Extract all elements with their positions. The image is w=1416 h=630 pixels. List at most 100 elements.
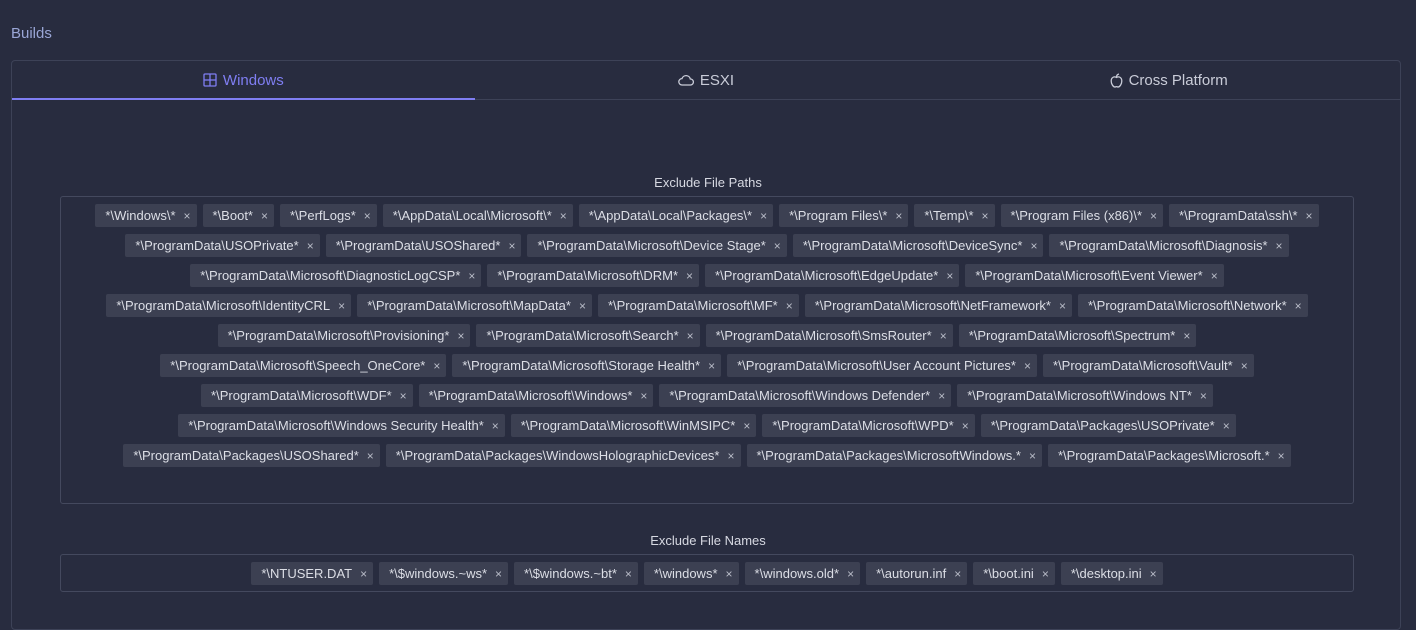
remove-tag-icon[interactable]: × <box>640 389 647 403</box>
remove-tag-icon[interactable]: × <box>468 269 475 283</box>
remove-tag-icon[interactable]: × <box>938 389 945 403</box>
tag-chip: *\$windows.~bt* × <box>514 562 638 585</box>
remove-tag-icon[interactable]: × <box>708 359 715 373</box>
remove-tag-icon[interactable]: × <box>261 209 268 223</box>
tag-label: *\ProgramData\Microsoft\Speech_OneCore* <box>170 358 426 373</box>
tag-chip: *\Program Files (x86)\* × <box>1000 204 1164 227</box>
remove-tag-icon[interactable]: × <box>1278 449 1285 463</box>
tag-label: *\windows.old* <box>754 566 840 581</box>
remove-tag-icon[interactable]: × <box>687 329 694 343</box>
remove-tag-icon[interactable]: × <box>954 567 961 581</box>
tag-label: *\ProgramData\Microsoft\Event Viewer* <box>975 268 1203 283</box>
remove-tag-icon[interactable]: × <box>433 359 440 373</box>
remove-tag-icon[interactable]: × <box>560 209 567 223</box>
tag-chip: *\ProgramData\Microsoft\DiagnosticLogCSP… <box>190 264 482 287</box>
tag-label: *\desktop.ini <box>1070 566 1142 581</box>
tag-label: *\ProgramData\Microsoft\MF* <box>607 298 778 313</box>
tag-chip: *\ProgramData\Microsoft\Windows NT* × <box>957 384 1213 407</box>
remove-tag-icon[interactable]: × <box>508 239 515 253</box>
remove-tag-icon[interactable]: × <box>625 567 632 581</box>
remove-tag-icon[interactable]: × <box>786 299 793 313</box>
remove-tag-icon[interactable]: × <box>492 419 499 433</box>
tag-chip: *\ProgramData\Microsoft\Event Viewer* × <box>965 264 1224 287</box>
remove-tag-icon[interactable]: × <box>946 269 953 283</box>
tag-label: *\ProgramData\Microsoft\Windows NT* <box>967 388 1192 403</box>
remove-tag-icon[interactable]: × <box>686 269 693 283</box>
cloud-icon <box>678 74 694 86</box>
tag-chip: *\ProgramData\Microsoft\Storage Health* × <box>452 354 722 377</box>
tag-chip: *\ProgramData\USOPrivate* × <box>125 234 320 257</box>
remove-tag-icon[interactable]: × <box>338 299 345 313</box>
remove-tag-icon[interactable]: × <box>726 567 733 581</box>
remove-tag-icon[interactable]: × <box>727 449 734 463</box>
tag-chip: *\desktop.ini × <box>1060 562 1163 585</box>
remove-tag-icon[interactable]: × <box>743 419 750 433</box>
tag-label: *\autorun.inf <box>876 566 947 581</box>
tag-chip: *\Windows\* × <box>95 204 197 227</box>
remove-tag-icon[interactable]: × <box>1029 449 1036 463</box>
tag-chip: *\$windows.~ws* × <box>379 562 509 585</box>
tag-label: *\ProgramData\Microsoft\WPD* <box>772 418 954 433</box>
tag-label: *\ProgramData\Microsoft\IdentityCRL <box>116 298 331 313</box>
remove-tag-icon[interactable]: × <box>1295 299 1302 313</box>
remove-tag-icon[interactable]: × <box>847 567 854 581</box>
tag-chip: *\boot.ini × <box>973 562 1055 585</box>
remove-tag-icon[interactable]: × <box>400 389 407 403</box>
exclude-names-input[interactable]: *\NTUSER.DAT × *\$windows.~ws* × *\$windows.… <box>60 554 1354 592</box>
remove-tag-icon[interactable]: × <box>579 299 586 313</box>
tag-chip: *\ProgramData\ssh\* × <box>1169 204 1319 227</box>
tag-chip: *\Temp\* × <box>914 204 995 227</box>
remove-tag-icon[interactable]: × <box>1223 419 1230 433</box>
tag-chip: *\AppData\Local\Packages\* × <box>578 204 774 227</box>
remove-tag-icon[interactable]: × <box>495 567 502 581</box>
platform-tabs: Windows ESXI Cross Platform <box>12 61 1400 100</box>
tab-cross-platform[interactable]: Cross Platform <box>937 61 1400 99</box>
remove-tag-icon[interactable]: × <box>760 209 767 223</box>
tag-label: *\ProgramData\Microsoft\Windows* <box>428 388 633 403</box>
remove-tag-icon[interactable]: × <box>962 419 969 433</box>
remove-tag-icon[interactable]: × <box>1183 329 1190 343</box>
remove-tag-icon[interactable]: × <box>360 567 367 581</box>
tag-label: *\ProgramData\Microsoft\DiagnosticLogCSP… <box>200 268 461 283</box>
tag-chip: *\ProgramData\Microsoft\MF* × <box>597 294 799 317</box>
tag-label: *\ProgramData\Microsoft\Storage Health* <box>462 358 701 373</box>
exclude-paths-input[interactable]: *\Windows\* × *\Boot* × *\PerfLogs* × *\AppDat… <box>60 196 1354 504</box>
remove-tag-icon[interactable]: × <box>940 329 947 343</box>
tag-label: *\ProgramData\Microsoft\DRM* <box>497 268 679 283</box>
tag-chip: *\ProgramData\Microsoft\WinMSIPC* × <box>510 414 757 437</box>
remove-tag-icon[interactable]: × <box>1030 239 1037 253</box>
remove-tag-icon[interactable]: × <box>895 209 902 223</box>
tag-label: *\ProgramData\Microsoft\DeviceSync* <box>802 238 1023 253</box>
exclude-paths-label: Exclude File Paths <box>654 175 762 190</box>
remove-tag-icon[interactable]: × <box>1211 269 1218 283</box>
remove-tag-icon[interactable]: × <box>364 209 371 223</box>
remove-tag-icon[interactable]: × <box>1059 299 1066 313</box>
remove-tag-icon[interactable]: × <box>1024 359 1031 373</box>
remove-tag-icon[interactable]: × <box>774 239 781 253</box>
tab-cross-platform-label: Cross Platform <box>1128 71 1228 89</box>
remove-tag-icon[interactable]: × <box>1150 209 1157 223</box>
tag-label: *\ProgramData\Microsoft\Vault* <box>1053 358 1233 373</box>
remove-tag-icon[interactable]: × <box>1150 567 1157 581</box>
remove-tag-icon[interactable]: × <box>1276 239 1283 253</box>
tag-label: *\ProgramData\Microsoft\Device Stage* <box>537 238 766 253</box>
remove-tag-icon[interactable]: × <box>307 239 314 253</box>
remove-tag-icon[interactable]: × <box>982 209 989 223</box>
tag-label: *\ProgramData\Microsoft\SmsRouter* <box>715 328 932 343</box>
remove-tag-icon[interactable]: × <box>184 209 191 223</box>
tag-label: *\ProgramData\Microsoft\Windows Defender… <box>669 388 931 403</box>
tag-label: *\boot.ini <box>983 566 1034 581</box>
tag-label: *\ProgramData\Packages\USOPrivate* <box>990 418 1215 433</box>
remove-tag-icon[interactable]: × <box>1241 359 1248 373</box>
tab-esxi[interactable]: ESXI <box>475 61 938 99</box>
tab-windows[interactable]: Windows <box>12 61 475 100</box>
remove-tag-icon[interactable]: × <box>1042 567 1049 581</box>
tag-chip: *\Boot* × <box>202 204 275 227</box>
remove-tag-icon[interactable]: × <box>1306 209 1313 223</box>
tag-label: *\ProgramData\Microsoft\WDF* <box>211 388 392 403</box>
remove-tag-icon[interactable]: × <box>367 449 374 463</box>
remove-tag-icon[interactable]: × <box>457 329 464 343</box>
remove-tag-icon[interactable]: × <box>1200 389 1207 403</box>
apple-icon <box>1110 72 1123 88</box>
tag-label: *\ProgramData\USOPrivate* <box>135 238 299 253</box>
